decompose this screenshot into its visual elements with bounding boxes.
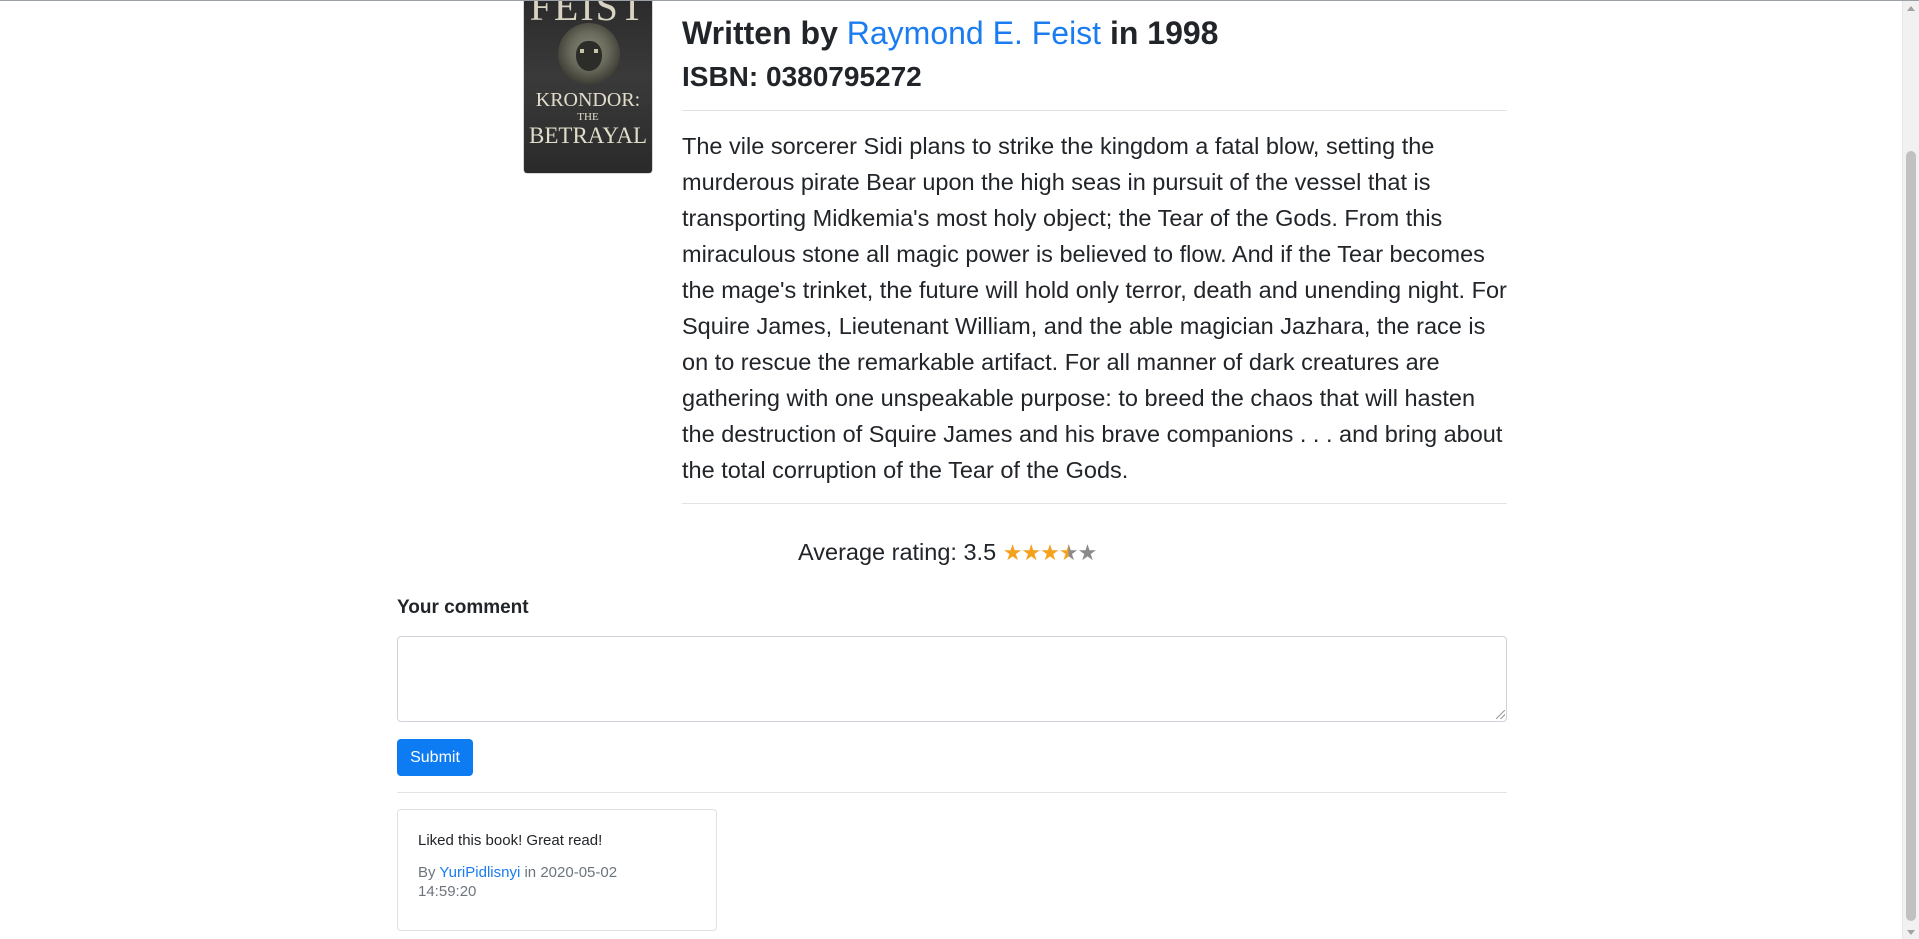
book-description: The vile sorcerer Sidi plans to strike t… [682,133,1507,483]
year-prefix: in [1109,15,1139,51]
star-empty-icon: ★ [1077,540,1098,565]
comment-text: Liked this book! Great read! [418,832,603,849]
rating-label: Average rating: [798,539,957,565]
author-link[interactable]: Raymond E. Feist [847,15,1101,51]
cover-title-line1: KRONDOR: [535,89,641,111]
written-by-prefix: Written by [682,15,838,51]
page-viewport: FEIST KRONDOR: THE BETRAYAL Written by R… [0,0,1919,939]
comment-user-link[interactable]: YuriPidlisnyi [439,864,520,881]
scroll-thumb[interactable] [1906,151,1916,921]
vertical-scrollbar[interactable] [1902,1,1919,939]
isbn-label: ISBN: [682,61,759,92]
book-cover-image: FEIST KRONDOR: THE BETRAYAL [524,1,652,173]
star-half-icon: ★ [1058,540,1079,565]
comment-label: Your comment [397,597,529,618]
comment-time: 14:59:20 [418,883,477,900]
textarea-resize-handle[interactable] [1496,710,1505,719]
rating-stars: ★★★★★ [1002,540,1098,566]
isbn-value: 0380795272 [766,61,922,92]
comment-in-label: in [524,864,537,881]
submit-button[interactable]: Submit [397,739,473,776]
cover-title-line2: THE [577,111,599,123]
comment-date: 2020-05-02 [540,864,618,881]
divider-comments [397,792,1507,793]
star-filled-icon: ★ [1040,540,1060,565]
divider-description [682,503,1507,504]
comment-card: Liked this book! Great read! By YuriPidl… [397,809,717,931]
comment-by-label: By [418,864,436,881]
isbn-heading: ISBN: 0380795272 [682,61,922,93]
publication-year: 1998 [1147,15,1219,51]
written-by-heading: Written by Raymond E. Feist in 1998 [682,15,1218,52]
comment-textarea[interactable] [397,636,1507,722]
star-filled-icon: ★ [1021,540,1041,565]
cover-title-line3: BETRAYAL [529,123,647,148]
scroll-up-arrow-icon[interactable] [1907,6,1915,11]
star-filled-icon: ★ [1002,540,1023,565]
average-rating: Average rating: 3.5 ★★★★★ [798,539,1098,566]
cover-rat-illustration [558,23,620,85]
rating-value: 3.5 [963,539,997,565]
scroll-down-arrow-icon[interactable] [1907,930,1915,935]
comment-meta: By YuriPidlisnyi in 2020-05-02 14:59:20 [418,863,696,901]
divider-top [682,110,1507,111]
